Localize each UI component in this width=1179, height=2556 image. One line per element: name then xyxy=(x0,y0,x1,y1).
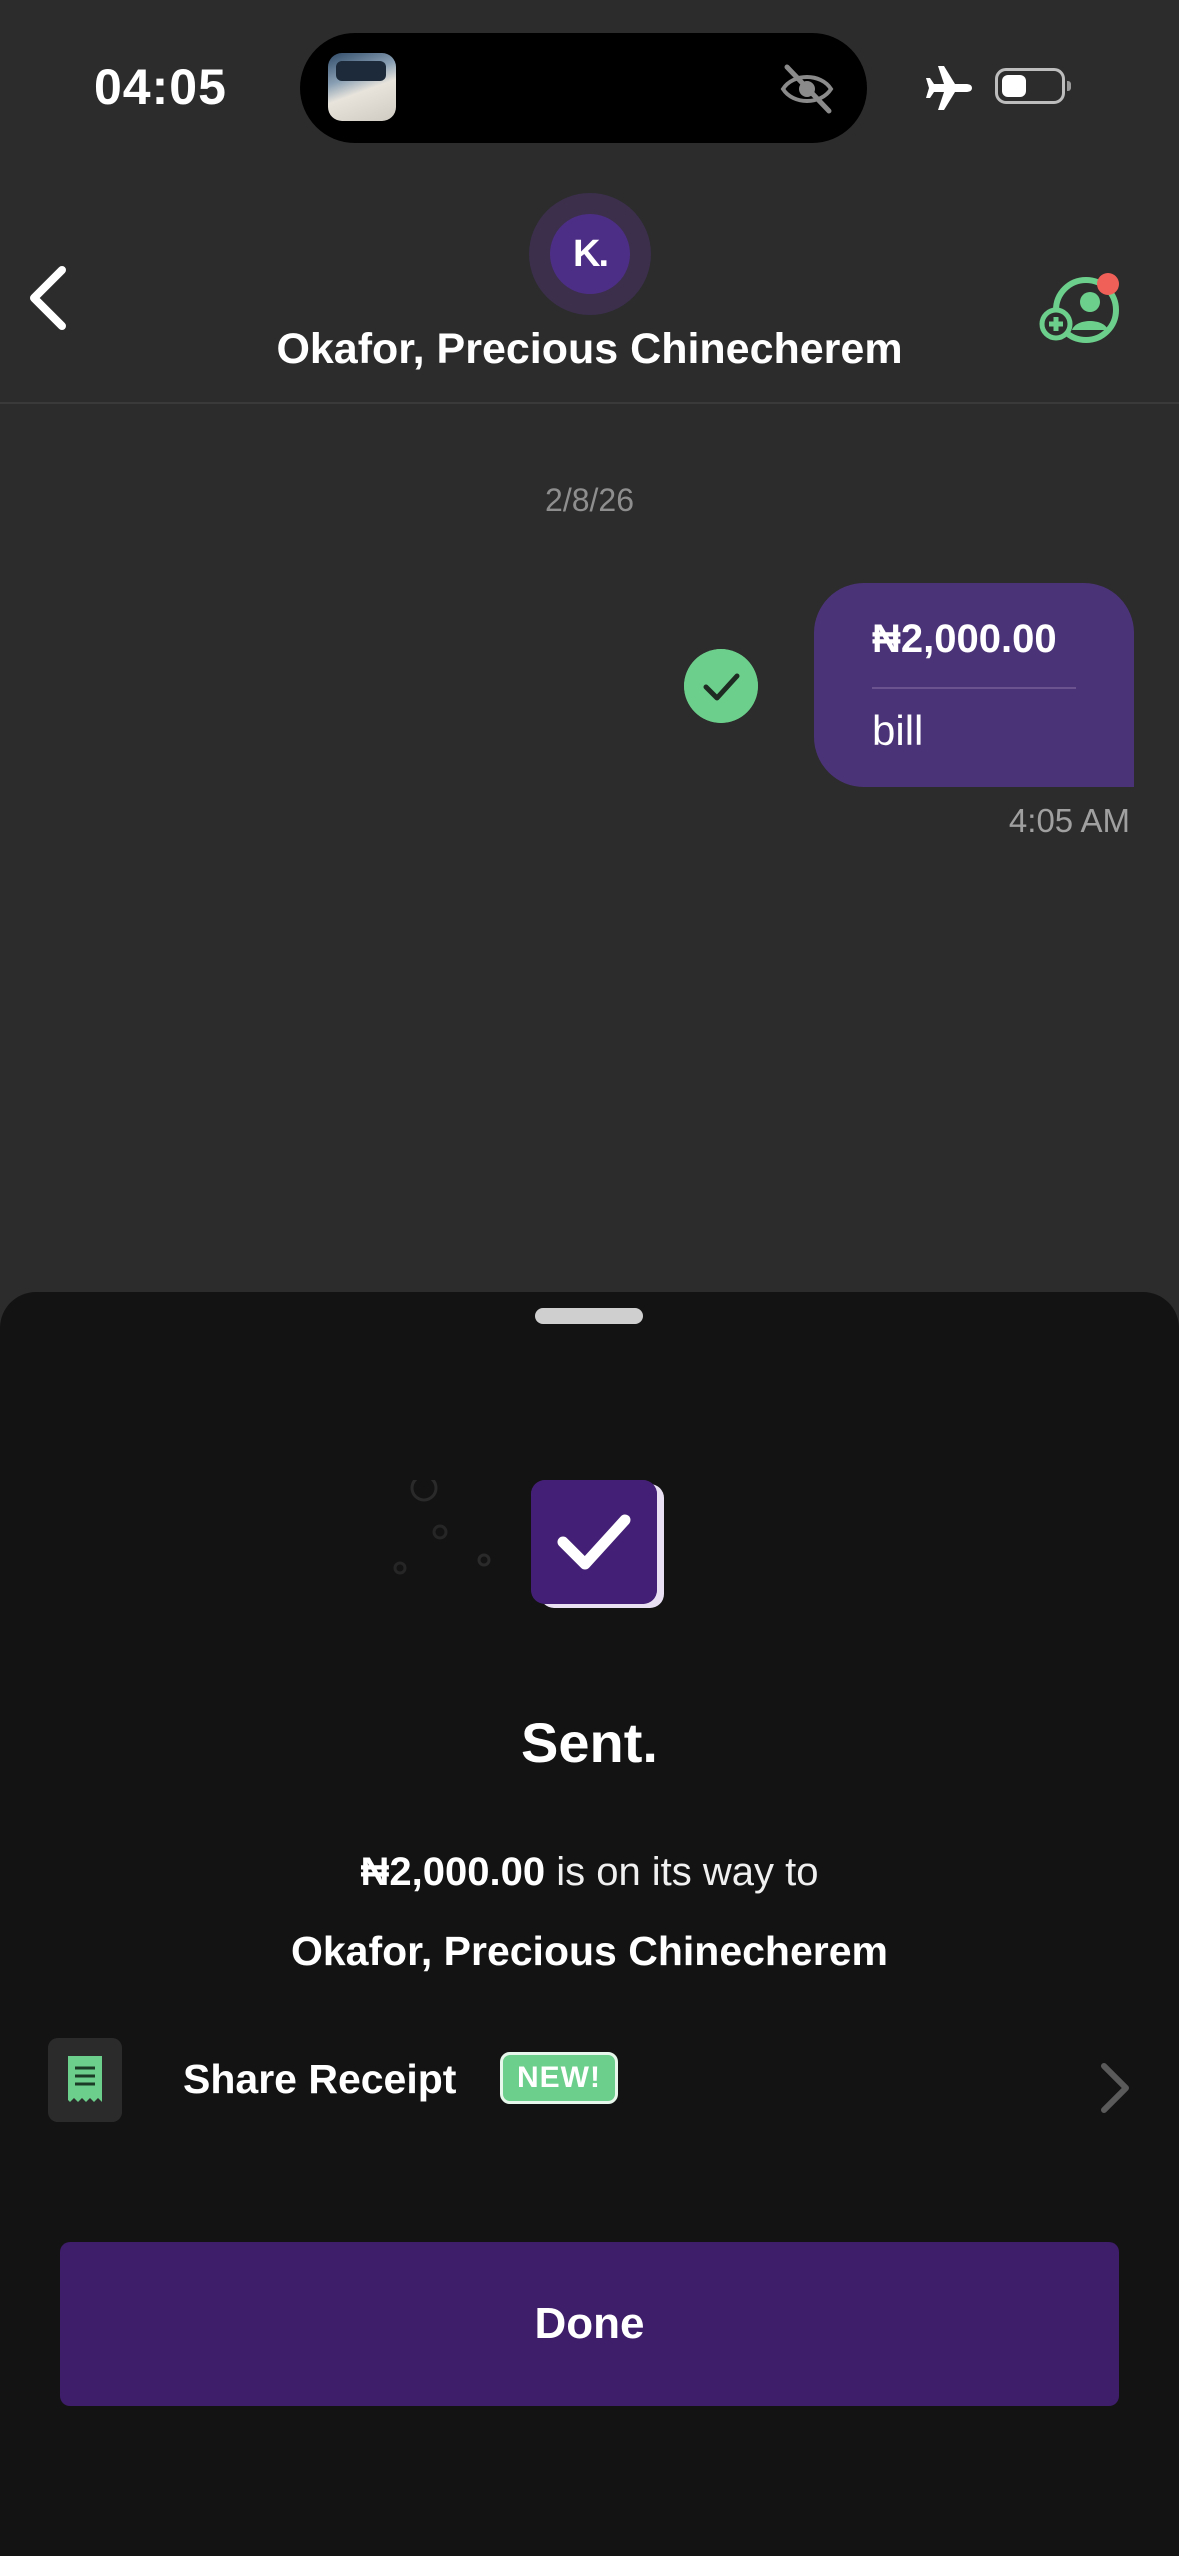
chat-header: K. Okafor, Precious Chinecherem xyxy=(0,0,1179,404)
chat-date: 2/8/26 xyxy=(545,482,634,518)
done-button[interactable]: Done xyxy=(60,2242,1119,2406)
chevron-right-icon xyxy=(1101,2063,1129,2113)
message-amount: ₦2,000.00 xyxy=(872,617,1057,661)
message-time: 4:05 AM xyxy=(1008,802,1130,839)
receipt-icon xyxy=(48,2038,122,2122)
delivered-check-icon xyxy=(684,649,758,723)
checkbox-checked-icon xyxy=(531,1480,657,1604)
sent-title: Sent. xyxy=(521,1711,658,1774)
message-note: bill xyxy=(872,707,924,754)
sent-recipient: Okafor, Precious Chinecherem xyxy=(290,1928,888,1974)
sheet-grabber[interactable] xyxy=(535,1308,643,1324)
share-receipt-row[interactable]: Share Receipt NEW! xyxy=(0,2038,1179,2138)
confetti-decoration xyxy=(393,1480,491,1575)
contact-avatar[interactable]: K. xyxy=(529,193,651,315)
add-contact-icon[interactable] xyxy=(1038,272,1128,348)
sent-summary-text: is on its way to xyxy=(545,1850,819,1894)
contact-name[interactable]: Okafor, Precious Chinecherem xyxy=(0,325,1179,374)
avatar-initials: K. xyxy=(550,214,630,294)
payment-sent-sheet: Sent. ₦2,000.00 is on its way to Okafor,… xyxy=(0,1292,1179,2556)
sent-summary: ₦2,000.00 is on its way to xyxy=(0,1850,1179,1895)
payment-message-bubble[interactable]: ₦2,000.00 bill xyxy=(814,583,1134,787)
sent-amount: ₦2,000.00 xyxy=(360,1850,546,1894)
bubble-divider xyxy=(872,687,1076,689)
new-badge: NEW! xyxy=(500,2052,618,2104)
share-receipt-label: Share Receipt xyxy=(183,2056,457,2102)
